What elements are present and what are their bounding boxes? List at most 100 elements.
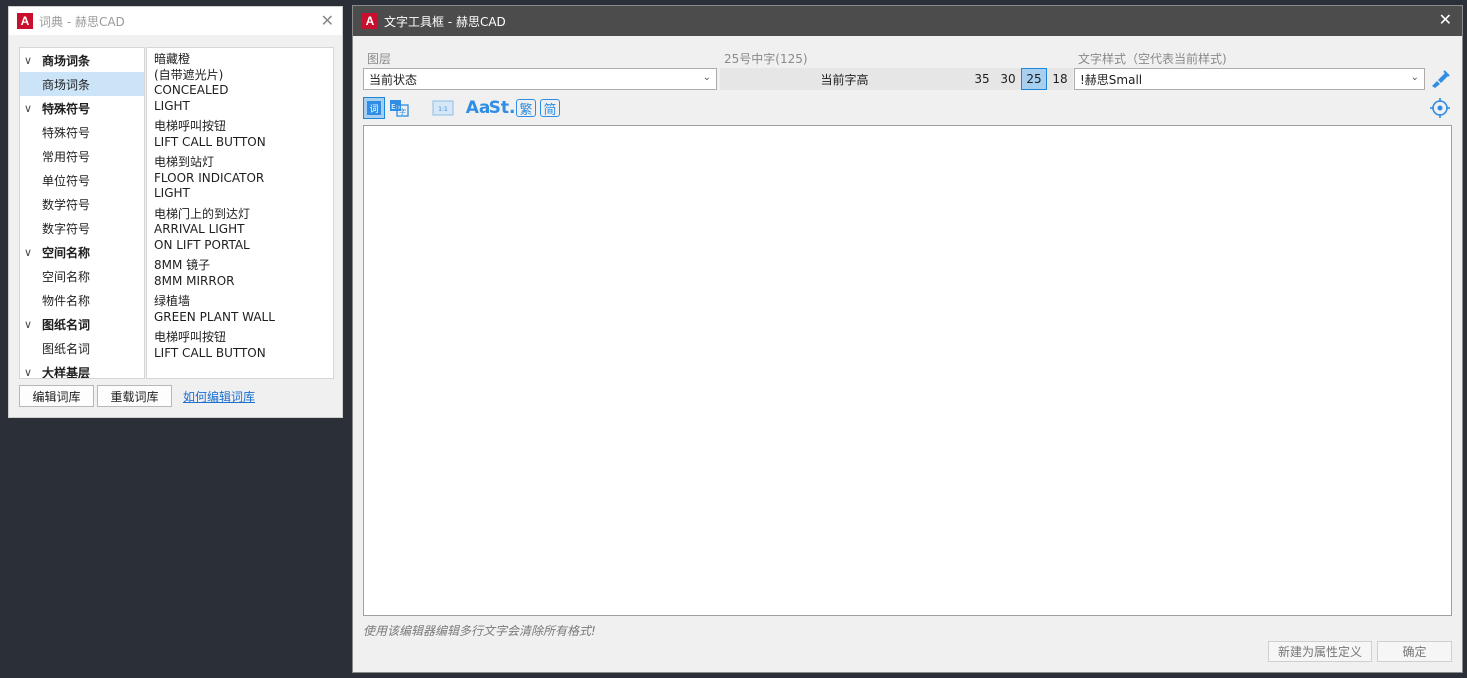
layer-dropdown[interactable]: 当前状态 ⌄ bbox=[363, 68, 717, 90]
entry-line: 电梯呼叫按钮 bbox=[154, 330, 227, 344]
tree-group[interactable]: ∨ 商场词条 bbox=[20, 48, 144, 72]
entry-line: 电梯门上的到达灯 bbox=[154, 206, 251, 221]
close-icon[interactable]: ✕ bbox=[1439, 10, 1452, 29]
current-height-button[interactable]: 当前字高 bbox=[720, 68, 969, 90]
style-label: 文字样式（空代表当前样式) bbox=[1078, 52, 1227, 66]
ok-button[interactable]: 确定 bbox=[1377, 641, 1452, 662]
layer-dropdown-value: 当前状态 bbox=[369, 72, 418, 87]
category-tree[interactable]: ∨ 商场词条 商场词条 ∨ 特殊符号 特殊符号 常用符号 单位符号 数学符号 数字符号 ∨ 空间名称空… bbox=[19, 47, 145, 379]
size-label: 25号中字(125) bbox=[724, 52, 808, 66]
dictionary-entry[interactable]: 电梯到站灯 FLOOR INDICATOR LIGHT bbox=[154, 155, 333, 202]
text-editor-area[interactable] bbox=[363, 125, 1452, 616]
text-tool-title: 文字工具框 - 赫思CAD bbox=[384, 14, 506, 29]
entry-line: 8MM MIRROR bbox=[154, 273, 235, 288]
tree-item-label: 图纸名词 bbox=[42, 341, 91, 356]
entry-line: CONCEALED bbox=[154, 83, 229, 97]
dictionary-title: 词典 - 赫思CAD bbox=[39, 14, 125, 29]
ruler-icon[interactable]: 1:1 bbox=[431, 97, 455, 119]
chevron-down-icon[interactable]: ∨ bbox=[24, 318, 36, 331]
tree-item-label: 单位符号 bbox=[42, 173, 91, 188]
entry-list[interactable]: 暗藏橙 (自带遮光片) CONCEALED LIGHT 电梯呼叫按钮 LIFT CALL … bbox=[146, 47, 334, 379]
tree-item[interactable]: 常用符号 bbox=[20, 144, 144, 168]
svg-text:1:1: 1:1 bbox=[438, 106, 448, 113]
tree-group[interactable]: ∨ 特殊符号 bbox=[20, 96, 144, 120]
tree-item[interactable]: 商场词条 bbox=[20, 72, 144, 96]
tree-item[interactable]: 图纸名词 bbox=[20, 336, 144, 360]
layer-label: 图层 bbox=[367, 52, 392, 66]
entry-line: 电梯到站灯 bbox=[154, 155, 215, 169]
tree-item-label: 商场词条 bbox=[42, 77, 91, 92]
dictionary-entry[interactable]: 电梯呼叫按钮 LIFT CALL BUTTON bbox=[154, 119, 333, 150]
size-option-35[interactable]: 35 bbox=[969, 68, 995, 90]
traditional-chinese-button[interactable]: 繁 bbox=[516, 99, 536, 118]
entry-line: LIFT CALL BUTTON bbox=[154, 345, 266, 360]
translate-icon[interactable]: En 字 bbox=[388, 97, 410, 119]
entry-line: GREEN PLANT WALL bbox=[154, 309, 275, 324]
entry-line: 电梯呼叫按钮 bbox=[154, 119, 227, 133]
app-logo-icon: A bbox=[362, 13, 378, 29]
tree-item-label: 空间名称 bbox=[42, 269, 91, 284]
tree-item[interactable]: 特殊符号 bbox=[20, 120, 144, 144]
entry-line: FLOOR INDICATOR bbox=[154, 170, 265, 185]
font-case-icon[interactable]: Aa bbox=[466, 97, 491, 119]
text-tool-window: A 文字工具框 - 赫思CAD ✕ 图层 25号中字(125) 文字样式（空代表… bbox=[352, 5, 1463, 673]
close-icon[interactable]: ✕ bbox=[321, 11, 334, 30]
chevron-down-icon: ⌄ bbox=[702, 72, 711, 83]
dictionary-entry[interactable]: 暗藏橙 (自带遮光片) CONCEALED LIGHT bbox=[154, 52, 333, 114]
chevron-down-icon[interactable]: ∨ bbox=[24, 366, 36, 379]
dictionary-entry[interactable]: 绿植墙 GREEN PLANT WALL bbox=[154, 294, 333, 325]
how-to-edit-link[interactable]: 如何编辑词库 bbox=[183, 388, 255, 405]
entry-line: ARRIVAL LIGHT bbox=[154, 222, 245, 236]
entry-line: LIGHT bbox=[154, 186, 190, 200]
chevron-down-icon[interactable]: ∨ bbox=[24, 102, 36, 115]
match-style-icon[interactable] bbox=[1429, 69, 1451, 89]
entry-line: LIFT CALL BUTTON bbox=[154, 134, 266, 149]
tree-item[interactable]: 物件名称 bbox=[20, 288, 144, 312]
size-option-30[interactable]: 30 bbox=[995, 68, 1021, 90]
dictionary-button-row: 编辑词库 重载词库 如何编辑词库 bbox=[19, 385, 255, 407]
tree-item-label: 特殊符号 bbox=[42, 125, 91, 140]
svg-text:词: 词 bbox=[369, 104, 378, 115]
tree-group[interactable]: ∨ 图纸名词 bbox=[20, 312, 144, 336]
dictionary-entry[interactable]: 8MM 镜子 8MM MIRROR bbox=[154, 258, 333, 289]
size-option-25[interactable]: 25 bbox=[1021, 68, 1047, 90]
edit-library-button[interactable]: 编辑词库 bbox=[19, 385, 94, 407]
text-style-dropdown[interactable]: !赫思Small ⌄ bbox=[1074, 68, 1425, 90]
dictionary-toggle-icon[interactable]: 词 bbox=[363, 97, 385, 119]
tree-item-label: 物件名称 bbox=[42, 293, 91, 308]
entry-line: 绿植墙 bbox=[154, 294, 191, 308]
tree-item[interactable]: 数字符号 bbox=[20, 216, 144, 240]
new-attribute-definition-button[interactable]: 新建为属性定义 bbox=[1268, 641, 1372, 662]
target-icon[interactable] bbox=[1429, 97, 1451, 119]
dictionary-window: A 词典 - 赫思CAD ✕ ∨ 商场词条 商场词条 ∨ 特殊符号 特殊符号 常用符号 单位符… bbox=[8, 6, 343, 418]
tree-item-label: 常用符号 bbox=[42, 149, 91, 164]
svg-text:字: 字 bbox=[399, 107, 406, 116]
format-warning-note: 使用该编辑器编辑多行文字会清除所有格式! bbox=[363, 624, 596, 638]
app-logo-icon: A bbox=[17, 13, 33, 29]
entry-line: 8MM 镜子 bbox=[154, 258, 211, 272]
entry-line: LIGHT bbox=[154, 98, 190, 113]
tree-item[interactable]: 空间名称 bbox=[20, 264, 144, 288]
chevron-down-icon[interactable]: ∨ bbox=[24, 54, 36, 67]
text-size-bar: 当前字高 35 30 25 18 bbox=[720, 68, 1073, 90]
tree-item-label: 商场词条 bbox=[42, 53, 91, 68]
tree-item-label: 空间名称 bbox=[42, 245, 91, 260]
entry-line: 暗藏橙 bbox=[154, 52, 191, 66]
size-option-18[interactable]: 18 bbox=[1047, 68, 1073, 90]
tree-item-label: 图纸名词 bbox=[42, 317, 91, 332]
tree-group[interactable]: ∨ 大样基层 bbox=[20, 360, 144, 379]
entry-line: ON LIFT PORTAL bbox=[154, 237, 250, 252]
tree-item[interactable]: 单位符号 bbox=[20, 168, 144, 192]
reload-library-button[interactable]: 重载词库 bbox=[97, 385, 172, 407]
dictionary-entry[interactable]: 电梯门上的到达灯 ARRIVAL LIGHT ON LIFT PORTAL bbox=[154, 207, 333, 254]
tree-group[interactable]: ∨ 空间名称 bbox=[20, 240, 144, 264]
font-style-icon[interactable]: St. bbox=[489, 97, 516, 119]
text-tool-titlebar: A 文字工具框 - 赫思CAD ✕ bbox=[353, 6, 1462, 36]
chevron-down-icon[interactable]: ∨ bbox=[24, 246, 36, 259]
tree-item[interactable]: 数学符号 bbox=[20, 192, 144, 216]
tree-item-label: 特殊符号 bbox=[42, 101, 91, 116]
tree-item-label: 大样基层 bbox=[42, 365, 91, 379]
dictionary-entry[interactable]: 电梯呼叫按钮 LIFT CALL BUTTON bbox=[154, 330, 333, 361]
entry-line: (自带遮光片) bbox=[154, 67, 224, 82]
simplified-chinese-button[interactable]: 简 bbox=[540, 99, 560, 118]
